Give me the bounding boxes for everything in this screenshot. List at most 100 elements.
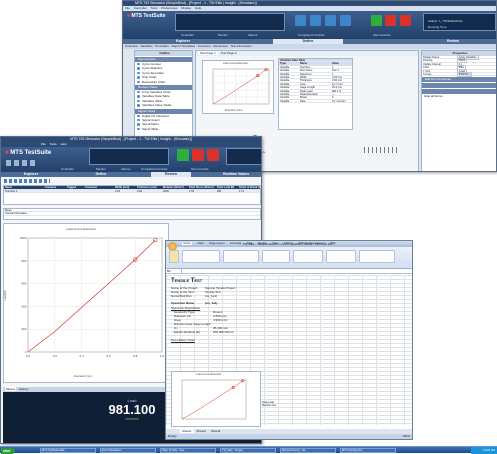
ribbon-tab-view[interactable]: View bbox=[272, 242, 278, 245]
quick-access-buttons[interactable] bbox=[6, 160, 38, 166]
blue-action-button[interactable] bbox=[295, 15, 306, 26]
ribbon-tab-insert[interactable]: Insert bbox=[197, 242, 204, 245]
grid-column-header[interactable]: Compare bbox=[45, 186, 67, 189]
front-ribbon: ■ MTS TestSuite Controller Monitor Alarm… bbox=[1, 147, 261, 172]
ribbon-tab-pdf[interactable]: PDF bbox=[330, 242, 335, 245]
taskbar-item[interactable]: Excel Worksheet bbox=[100, 448, 156, 453]
taskbar-item[interactable]: MTS TestSuite Elite bbox=[40, 448, 96, 453]
ribbon-tab-page-layout[interactable]: Page Layout bbox=[209, 242, 224, 245]
ribbon-label-monitor: Monitor bbox=[96, 167, 107, 171]
editing-group[interactable] bbox=[359, 250, 395, 263]
blue-action-button[interactable] bbox=[310, 15, 321, 26]
menu-preferences[interactable]: Preferences bbox=[161, 6, 177, 10]
nav-item-signal-table[interactable]: Signal Table bbox=[135, 127, 192, 131]
ribbon-label-alarms: Alarms bbox=[121, 167, 131, 171]
excel-chart[interactable]: Load versus Extension bbox=[171, 371, 261, 427]
grid-column-header[interactable]: Peak Load (N) bbox=[217, 186, 239, 189]
grid-column-header[interactable]: Name bbox=[5, 186, 45, 189]
properties-section[interactable]: Edit Run Properties bbox=[422, 77, 496, 83]
tab-explorer[interactable]: Explorer bbox=[11, 172, 51, 177]
excel-window: TW_Elite - Sample Report 1.xls [Compatib… bbox=[165, 240, 413, 440]
tab-define[interactable]: Define bbox=[81, 172, 121, 177]
ribbon-tab-home[interactable]: Home bbox=[182, 242, 192, 245]
stop-button[interactable] bbox=[385, 15, 396, 26]
menu-display[interactable]: Display bbox=[181, 6, 191, 10]
ribbon-tab-review[interactable]: Review bbox=[258, 242, 267, 245]
tab-meters[interactable]: Meters bbox=[5, 387, 17, 391]
sheet-tab-3[interactable]: Sheet3 bbox=[209, 429, 223, 433]
menu-tools[interactable]: Tools bbox=[50, 142, 57, 146]
tab-history[interactable]: History bbox=[17, 387, 30, 391]
back-ribbon: ■ MTS TestSuite Station: 1_TW/ENHANCE Ru… bbox=[123, 11, 496, 39]
variables-data-table[interactable]: Variables Data Table Type Name Value Varia… bbox=[278, 58, 353, 130]
variables-table-row[interactable]: Variable Rate 0.1 mm/min bbox=[279, 100, 352, 104]
properties-link[interactable]: Hide all items... bbox=[422, 94, 496, 98]
property-row[interactable]: X Array Extension bbox=[422, 71, 496, 77]
y-tick-label: 800 bbox=[21, 259, 26, 263]
nav-item-variables-value-totals[interactable]: Variables Value Totals bbox=[135, 103, 192, 107]
results-grid[interactable]: Name Compare Tagged Comment Width (mm) Thickn… bbox=[3, 185, 261, 205]
styles-group[interactable] bbox=[293, 250, 323, 263]
stop-button[interactable] bbox=[192, 149, 204, 161]
subtab-overview[interactable]: Overview bbox=[125, 44, 138, 48]
grid-column-header[interactable]: Peak Stress (N/mm²) bbox=[189, 186, 217, 189]
cells-group[interactable] bbox=[326, 250, 356, 263]
subtab-report-templates[interactable]: Report Templates bbox=[172, 44, 195, 48]
tab-review[interactable]: Review bbox=[151, 172, 191, 177]
grid-column-header[interactable]: Strain at Break (%) bbox=[239, 186, 261, 189]
menu-help[interactable]: Help bbox=[195, 6, 201, 10]
run-button[interactable] bbox=[371, 15, 382, 26]
name-box[interactable]: B2 bbox=[166, 269, 182, 274]
subtab-resources[interactable]: Resources bbox=[214, 44, 228, 48]
alignment-group[interactable] bbox=[223, 250, 259, 263]
menu-help[interactable]: Help bbox=[60, 142, 66, 146]
subtab-variables[interactable]: Variables bbox=[140, 44, 152, 48]
properties-section-2[interactable] bbox=[422, 83, 496, 89]
sheet-tab-1[interactable]: Sheet1 bbox=[180, 429, 194, 433]
back-subtabs: Overview · Variables · Procedure · Repor… bbox=[123, 44, 496, 49]
menu-file[interactable]: File bbox=[125, 6, 130, 10]
menu-tools[interactable]: Tools bbox=[150, 6, 157, 10]
subtab-test-information[interactable]: Test Information bbox=[230, 44, 251, 48]
stop-button[interactable] bbox=[400, 15, 411, 26]
sheet-tab-2[interactable]: Sheet2 bbox=[194, 429, 208, 433]
review-toolbar[interactable] bbox=[4, 179, 50, 183]
grid-column-header[interactable]: Width (mm) bbox=[115, 186, 137, 189]
menu-controller[interactable]: Controller bbox=[134, 6, 147, 10]
number-group[interactable] bbox=[262, 250, 290, 263]
zoom-level[interactable]: 100% bbox=[402, 434, 410, 439]
subtab-procedure[interactable]: Procedure bbox=[155, 44, 169, 48]
excel-ribbon: Home Insert Page Layout Formulas Data Re… bbox=[166, 242, 412, 269]
taskbar-item[interactable]: Data: W Elite - Sea... bbox=[160, 448, 216, 453]
designer-chart[interactable]: Load versus Extension Extension (mm) bbox=[202, 60, 274, 114]
subtab-functions[interactable]: Functions bbox=[198, 44, 211, 48]
grid-column-header[interactable]: Comment bbox=[85, 186, 115, 189]
tab-test-page-2[interactable]: Test Page 2 bbox=[219, 51, 239, 55]
grid-column-header[interactable]: Thickness (mm) bbox=[137, 186, 163, 189]
review-chart[interactable]: Load versus Extension Load (kN) 0.0 0.2 0.… bbox=[3, 223, 169, 383]
taskbar-item[interactable]: MTS Configurator bbox=[340, 448, 396, 453]
tab-runtime-values[interactable]: Runtime Values bbox=[211, 172, 261, 177]
ribbon-tab-formulas[interactable]: Formulas bbox=[230, 242, 241, 245]
grid-column-header[interactable]: Modulus (N/mm²) bbox=[163, 186, 189, 189]
blue-action-button[interactable] bbox=[325, 15, 336, 26]
ribbon-tab-mts-report[interactable]: MTS TestSuite Report bbox=[298, 242, 324, 245]
blue-action-button[interactable] bbox=[340, 15, 351, 26]
font-group[interactable] bbox=[182, 250, 220, 263]
taskbar-item[interactable]: TW_Elite - Simple.. bbox=[220, 448, 276, 453]
property-value[interactable]: Extension bbox=[457, 71, 473, 77]
tab-test-page-1[interactable]: Test Page 1 bbox=[198, 51, 218, 55]
stop-button[interactable] bbox=[207, 149, 219, 161]
menu-file[interactable]: File bbox=[41, 142, 46, 146]
taskbar-item[interactable]: Microsoft Excel - Sa... bbox=[280, 448, 336, 453]
grid-column-header[interactable]: Tagged bbox=[67, 186, 85, 189]
ribbon-tab-data[interactable]: Data bbox=[247, 242, 253, 245]
ruler-marks bbox=[364, 147, 398, 153]
run-button[interactable] bbox=[177, 149, 189, 161]
results-grid-row[interactable]: Test Run 1 3.25 3.60 2000 1.55 981 17.2 bbox=[4, 190, 260, 194]
nav-item-bookmarks-chart[interactable]: Bookmarks Chart bbox=[135, 80, 192, 84]
ribbon-label-alarms: Alarms bbox=[248, 33, 258, 37]
review-chart-ylabel: Load (kN) bbox=[3, 290, 7, 301]
paste-button[interactable] bbox=[169, 250, 179, 263]
ribbon-tab-add-ins[interactable]: Add-Ins bbox=[284, 242, 293, 245]
